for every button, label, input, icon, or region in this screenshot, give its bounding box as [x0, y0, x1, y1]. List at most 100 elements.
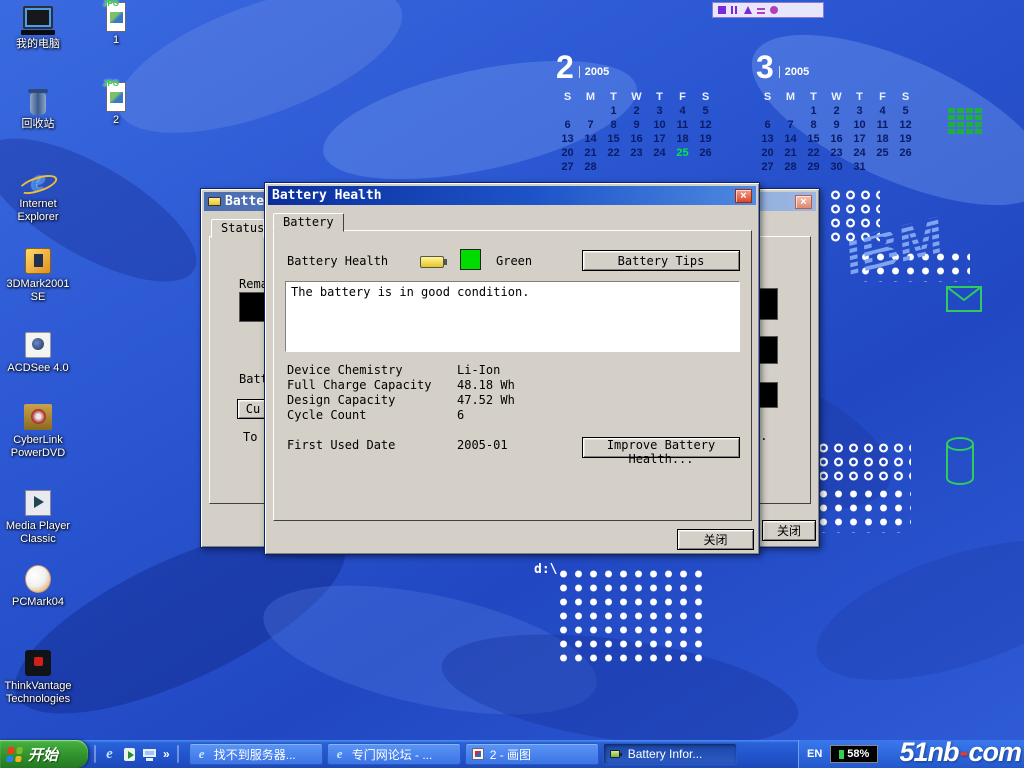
calendar-year: 2005 — [779, 66, 809, 78]
task-label: 专门网论坛 - ... — [352, 746, 433, 763]
desktop-icon-my-computer[interactable]: 我的电脑 — [2, 6, 74, 51]
taskbar-task-button[interactable]: 找不到服务器... — [189, 743, 323, 765]
desktop-icon-label: PCMark04 — [2, 596, 74, 609]
taskbar-task-button[interactable]: 专门网论坛 - ... — [327, 743, 461, 765]
3dmark-icon — [21, 246, 55, 276]
battery-health-dialog: Battery Health Battery Battery Health Gr… — [264, 182, 760, 555]
my-computer-icon — [21, 6, 55, 36]
dialog-titlebar[interactable]: Battery Health — [268, 186, 756, 205]
calendar-day: 21 — [579, 147, 602, 161]
osd-mini-toolbar[interactable] — [712, 2, 824, 18]
field-label: Design Capacity — [287, 393, 395, 407]
file-label: 2 — [90, 114, 142, 127]
desktop-icon-mpc[interactable]: Media Player Classic — [2, 488, 74, 546]
taskbar-task-button[interactable]: 2 - 画图 — [465, 743, 599, 765]
volume-icon[interactable] — [731, 6, 739, 14]
desktop-icon-internet-explorer[interactable]: Internet Explorer — [2, 166, 74, 224]
calendar-day: 7 — [579, 119, 602, 133]
grid-icon — [946, 106, 986, 138]
close-button[interactable]: 关闭 — [677, 529, 754, 550]
desktop-icon-acdsee[interactable]: ACDSee 4.0 — [2, 330, 74, 375]
thinkvantage-icon — [21, 648, 55, 678]
jpg-file-2[interactable]: JPG2 — [90, 82, 142, 127]
calendar-february: 2 2005 SMTWTFS12345678910111213141516171… — [556, 52, 717, 175]
toolbar-divider — [177, 745, 179, 763]
calendar-day: 27 — [756, 161, 779, 175]
task-label: 2 - 画图 — [490, 746, 531, 763]
desktop-icon-pcmark[interactable]: PCMark04 — [2, 564, 74, 609]
calendar-day: 3 — [848, 105, 871, 119]
calendar-day: 2 — [825, 105, 848, 119]
jpg-file-1[interactable]: JPG1 — [90, 2, 142, 47]
keyboard-icon[interactable] — [757, 6, 765, 14]
jpg-file-icon: JPG — [99, 2, 133, 32]
calendar-day: 6 — [756, 119, 779, 133]
dialog-title: Battery Health — [272, 188, 382, 203]
desktop-icon-powerdvd[interactable]: CyberLink PowerDVD — [2, 402, 74, 460]
jpg-badge: JPG — [103, 0, 119, 8]
field-value: 2005-01 — [457, 438, 508, 452]
close-icon[interactable] — [735, 189, 752, 203]
mail-icon — [946, 286, 982, 312]
condition-text: The battery is in good condition. — [291, 285, 529, 299]
battery-led-icon — [839, 750, 844, 759]
calendar-grid: SMTWTFS123456789101112131415161718192021… — [756, 91, 917, 175]
media-player-icon[interactable] — [121, 746, 138, 763]
field-value: 48.18 Wh — [457, 378, 515, 392]
tray-battery-indicator[interactable]: 58% — [830, 745, 878, 763]
field-row: Design Capacity47.52 Wh — [274, 393, 751, 407]
watermark-left: 51nb — [899, 737, 958, 767]
calendar-month-number: 2 — [556, 52, 574, 82]
task-label: 找不到服务器... — [214, 746, 296, 763]
calendar-day: 3 — [648, 105, 671, 119]
calendar-day — [579, 105, 602, 119]
internet-explorer-icon[interactable] — [101, 746, 118, 763]
calendar-day: 9 — [825, 119, 848, 133]
toolbar-divider — [94, 745, 96, 763]
field-label: Cycle Count — [287, 408, 366, 422]
show-desktop-icon[interactable] — [141, 746, 158, 763]
close-button[interactable]: 关闭 — [762, 520, 816, 541]
calendar-day: 23 — [825, 147, 848, 161]
taskbar-task-button[interactable]: Battery Infor... — [603, 743, 737, 765]
calendar-day: 20 — [756, 147, 779, 161]
calendar-day: 1 — [602, 105, 625, 119]
dot-pattern — [816, 487, 911, 533]
calendar-day: 21 — [779, 147, 802, 161]
calendar-day: 16 — [825, 133, 848, 147]
calendar-day: 4 — [671, 105, 694, 119]
language-indicator[interactable]: EN — [807, 748, 822, 760]
display-icon[interactable] — [744, 6, 752, 14]
battery-gauge — [758, 288, 778, 320]
calendar-day-header: S — [556, 91, 579, 105]
svg-text:IBM: IBM — [838, 206, 950, 288]
field-row: Device ChemistryLi-Ion — [274, 363, 751, 377]
calendar-year: 2005 — [579, 66, 609, 78]
tab-battery[interactable]: Battery — [273, 213, 344, 232]
desktop-icon-thinkvantage[interactable]: ThinkVantage Technologies — [2, 648, 74, 706]
desktop-icon-recycle-bin[interactable]: 回收站 — [2, 86, 74, 131]
battery-tips-button[interactable]: Battery Tips — [582, 250, 740, 271]
desktop-icon-label: Internet Explorer — [2, 198, 74, 224]
calendar-header: 3 2005 — [756, 52, 917, 86]
calendar-day: 17 — [648, 133, 671, 147]
calendar-day: 14 — [779, 133, 802, 147]
calendar-day: 17 — [848, 133, 871, 147]
battery-gauge — [239, 292, 267, 322]
calendar-day-header: S — [694, 91, 717, 105]
condition-textbox[interactable]: The battery is in good condition. — [285, 281, 740, 352]
desktop-icon-label: CyberLink PowerDVD — [2, 434, 74, 460]
paint-icon — [471, 747, 485, 761]
calendar-day: 22 — [602, 147, 625, 161]
calendar-day: 22 — [802, 147, 825, 161]
desktop-icon-3dmark[interactable]: 3DMark2001 SE — [2, 246, 74, 304]
desktop: d:\ IBM 2 2005 — [0, 0, 1024, 768]
speaker-icon[interactable] — [718, 6, 726, 14]
close-icon[interactable] — [795, 195, 812, 209]
ie-icon — [333, 747, 347, 761]
power-icon[interactable] — [770, 6, 778, 14]
start-button[interactable]: 开始 — [0, 740, 88, 768]
calendar-day — [648, 161, 671, 175]
desktop-icon-label: Media Player Classic — [2, 520, 74, 546]
chevron-right-icon[interactable] — [161, 747, 172, 761]
